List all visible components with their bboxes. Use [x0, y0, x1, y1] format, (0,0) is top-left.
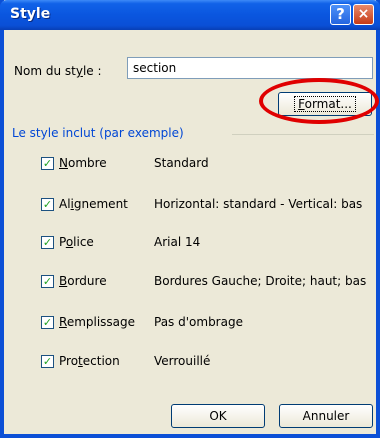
label-bordure-text: ordure [67, 274, 107, 288]
label-nombre: Nombre [59, 156, 107, 170]
cancel-button[interactable]: Annuler [279, 404, 373, 428]
style-name-label-end: le : [82, 64, 102, 78]
value-remplissage: Pas d'ombrage [154, 315, 243, 329]
checkbox-protection[interactable]: ✓ [41, 355, 54, 368]
close-button[interactable]: × [353, 4, 374, 25]
label-nombre-text: ombre [67, 156, 107, 170]
label-bordure: Bordure [59, 274, 107, 288]
value-alignement: Horizontal: standard - Vertical: bas [154, 197, 363, 211]
value-protection: Verrouillé [154, 354, 211, 368]
group-divider [232, 134, 374, 135]
label-police-start: P [59, 235, 66, 249]
ok-button[interactable]: OK [171, 404, 265, 428]
checkbox-remplissage[interactable]: ✓ [41, 316, 54, 329]
style-name-label: Nom du style : [14, 64, 102, 78]
label-alignement-end: gnement [73, 197, 128, 211]
style-name-label-mnemonic: y [75, 64, 83, 78]
label-remplissage-mnemonic: R [59, 315, 67, 329]
label-protection: Protection [59, 354, 120, 368]
style-dialog: Style ? × Nom du style : section Format.… [0, 0, 380, 438]
checkbox-police[interactable]: ✓ [41, 236, 54, 249]
value-bordure: Bordures Gauche; Droite; haut; bas [154, 274, 367, 288]
value-police: Arial 14 [154, 235, 201, 249]
label-protection-start: Pro [59, 354, 79, 368]
label-remplissage: Remplissage [59, 315, 135, 329]
label-protection-end: ection [82, 354, 120, 368]
label-alignement: Alignement [59, 197, 128, 211]
group-label: Le style inclut (par exemple) [12, 126, 184, 140]
checkbox-nombre[interactable]: ✓ [41, 157, 54, 170]
checkbox-alignement[interactable]: ✓ [41, 198, 54, 211]
help-button[interactable]: ? [330, 4, 351, 25]
label-bordure-mnemonic: B [59, 274, 68, 288]
label-police: Police [59, 235, 94, 249]
dialog-title: Style [10, 6, 51, 22]
value-nombre: Standard [154, 156, 209, 170]
label-alignement-start: Al [59, 197, 71, 211]
style-name-label-start: Nom du st [14, 64, 76, 78]
label-remplissage-text: emplissage [66, 315, 136, 329]
label-nombre-mnemonic: N [59, 156, 68, 170]
label-police-end: lice [73, 235, 94, 249]
checkbox-bordure[interactable]: ✓ [41, 275, 54, 288]
red-highlight-circle [259, 78, 379, 124]
title-bar[interactable]: Style ? × [0, 0, 380, 30]
style-name-input[interactable]: section [127, 57, 373, 79]
